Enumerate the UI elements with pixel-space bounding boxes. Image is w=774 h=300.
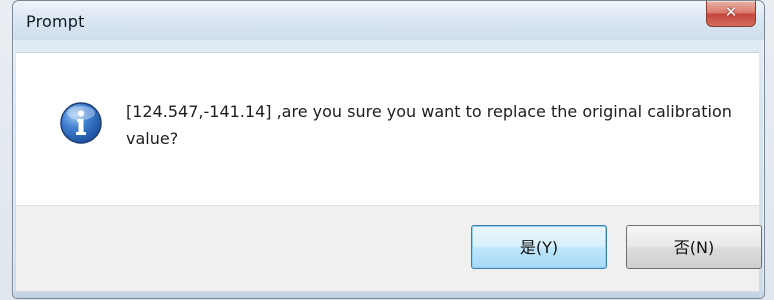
title-bar[interactable]: Prompt ✕ (13, 1, 764, 40)
info-icon (59, 101, 103, 145)
window-frame-bottom (13, 291, 764, 298)
close-icon: ✕ (724, 3, 738, 21)
dialog-content: [124.547,-141.14] ,are you sure you want… (16, 52, 759, 205)
window-title: Prompt (26, 12, 85, 31)
dialog-message: [124.547,-141.14] ,are you sure you want… (126, 102, 732, 148)
dialog-button-bar: 是(Y) 否(N) (16, 205, 762, 292)
close-button[interactable]: ✕ (706, 1, 756, 27)
yes-button[interactable]: 是(Y) (471, 225, 607, 269)
no-button[interactable]: 否(N) (626, 225, 762, 269)
prompt-dialog-window: Prompt ✕ [124.547,-141.14] ,are you sure… (12, 0, 765, 299)
desktop-background: Prompt ✕ [124.547,-141.14] ,are you sure… (0, 0, 774, 300)
